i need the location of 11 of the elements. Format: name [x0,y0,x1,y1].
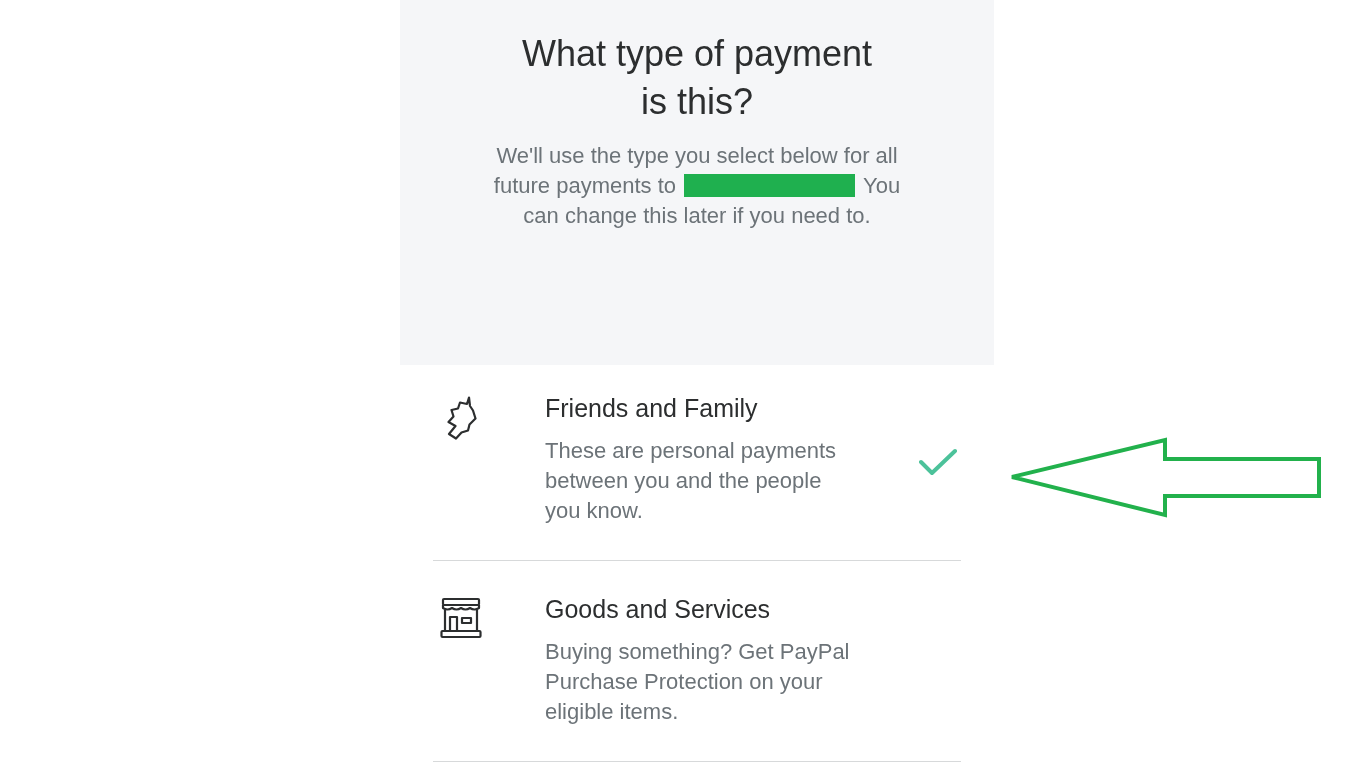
option-title: Friends and Family [545,393,759,424]
storefront-icon [440,597,482,639]
check-icon [919,448,957,476]
leaf-outline-icon [447,396,477,440]
option-title: Goods and Services [545,594,772,625]
page-title: What type of payment is this? [520,32,874,124]
payment-option[interactable]: Goods and Services Buying something? Get PayPal Purchase Protection on your eligible items. [433,561,961,762]
payment-option[interactable]: Friends and Family These are personal payments between you and the people you know. [433,365,961,561]
option-description: These are personal payments between you and the people you know. [545,437,838,525]
description-text: We'll use the type you select below for all future payments to You can change this later if you need to. [492,142,902,230]
option-description: Buying something? Get PayPal Purchase Protection on your eligible items. [545,638,851,726]
